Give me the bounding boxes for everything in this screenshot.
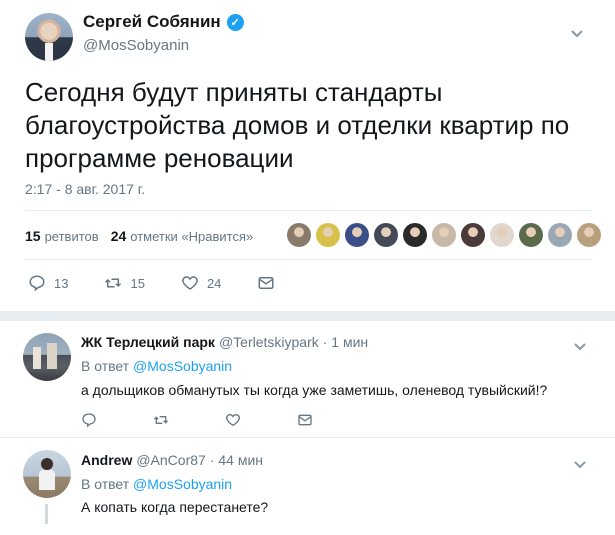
reply-author-handle[interactable]: @Terletskiypark (219, 334, 319, 350)
author-handle[interactable]: @MosSobyanin (83, 37, 189, 54)
tweet-timestamp[interactable]: 2:17 - 8 авг. 2017 г. (25, 181, 145, 197)
reply-avatar[interactable] (23, 333, 71, 381)
reply-header: ЖК Терлецкий парк @Terletskiypark · 1 ми… (81, 334, 368, 350)
in-reply-to-link[interactable]: @MosSobyanin (133, 476, 232, 492)
reply-count: 13 (54, 275, 69, 291)
author-avatar[interactable] (25, 13, 73, 61)
divider (25, 259, 592, 260)
reply-time[interactable]: · 1 мин (323, 334, 368, 350)
reply-text: а дольщиков обманутых ты когда уже замет… (81, 382, 548, 398)
likes-stat[interactable]: 24 отметки «Нравится» (111, 228, 254, 244)
reply-avatar[interactable] (23, 450, 71, 498)
chevron-down-icon[interactable] (573, 457, 587, 473)
reply-actions (81, 412, 369, 428)
retweet-icon (105, 278, 122, 288)
main-tweet: Сергей Собянин ✓ @MosSobyanin Сегодня бу… (0, 0, 615, 311)
tweet-actions: 13 15 24 (28, 274, 311, 292)
heart-icon (182, 276, 198, 290)
reply-tweet[interactable]: Andrew @AnCor87 · 44 мин В ответ @MosSob… (0, 438, 615, 535)
likers-avatars[interactable] (287, 223, 601, 247)
thread-connector (45, 504, 48, 524)
like-button[interactable]: 24 (181, 274, 221, 292)
in-reply-to: В ответ @MosSobyanin (81, 476, 233, 492)
reply-author-name[interactable]: Andrew (81, 452, 132, 468)
liker-avatar[interactable] (287, 223, 311, 247)
retweet-count: 15 (130, 275, 145, 291)
tweet-stats: 15 ретвитов 24 отметки «Нравится» (25, 228, 253, 244)
reply-text: А копать когда перестанете? (81, 499, 269, 515)
reply-author-name[interactable]: ЖК Терлецкий парк (81, 334, 215, 350)
author-name-row: Сергей Собянин ✓ (83, 12, 244, 32)
reply-time[interactable]: · 44 мин (210, 452, 263, 468)
liker-avatar[interactable] (490, 223, 514, 247)
liker-avatar[interactable] (316, 223, 340, 247)
liker-avatar[interactable] (548, 223, 572, 247)
liker-avatar[interactable] (519, 223, 543, 247)
heart-icon[interactable] (225, 412, 241, 428)
in-reply-to: В ответ @MosSobyanin (81, 358, 233, 374)
author-name[interactable]: Сергей Собянин (83, 12, 221, 32)
like-count: 24 (206, 275, 222, 291)
retweet-button[interactable]: 15 (104, 274, 145, 292)
reply-button[interactable]: 13 (28, 274, 68, 292)
reply-icon[interactable] (81, 412, 97, 428)
liker-avatar[interactable] (403, 223, 427, 247)
retweets-stat[interactable]: 15 ретвитов (25, 228, 99, 244)
direct-message-button[interactable] (257, 274, 275, 292)
liker-avatar[interactable] (461, 223, 485, 247)
envelope-icon[interactable] (297, 412, 313, 428)
verified-badge-icon: ✓ (226, 13, 244, 31)
liker-avatar[interactable] (345, 223, 369, 247)
section-separator (0, 311, 615, 321)
reply-author-handle[interactable]: @AnCor87 (136, 452, 205, 468)
liker-avatar[interactable] (577, 223, 601, 247)
chevron-down-icon[interactable] (570, 26, 584, 42)
chevron-down-icon[interactable] (573, 339, 587, 355)
envelope-icon (258, 277, 274, 289)
retweet-icon[interactable] (153, 412, 169, 428)
divider (25, 210, 592, 211)
reply-tweet[interactable]: ЖК Терлецкий парк @Terletskiypark · 1 ми… (0, 321, 615, 434)
liker-avatar[interactable] (374, 223, 398, 247)
reply-header: Andrew @AnCor87 · 44 мин (81, 452, 263, 468)
reply-icon (29, 275, 45, 292)
tweet-text: Сегодня будут приняты стандарты благоуст… (25, 77, 570, 173)
liker-avatar[interactable] (432, 223, 456, 247)
in-reply-to-link[interactable]: @MosSobyanin (133, 358, 232, 374)
